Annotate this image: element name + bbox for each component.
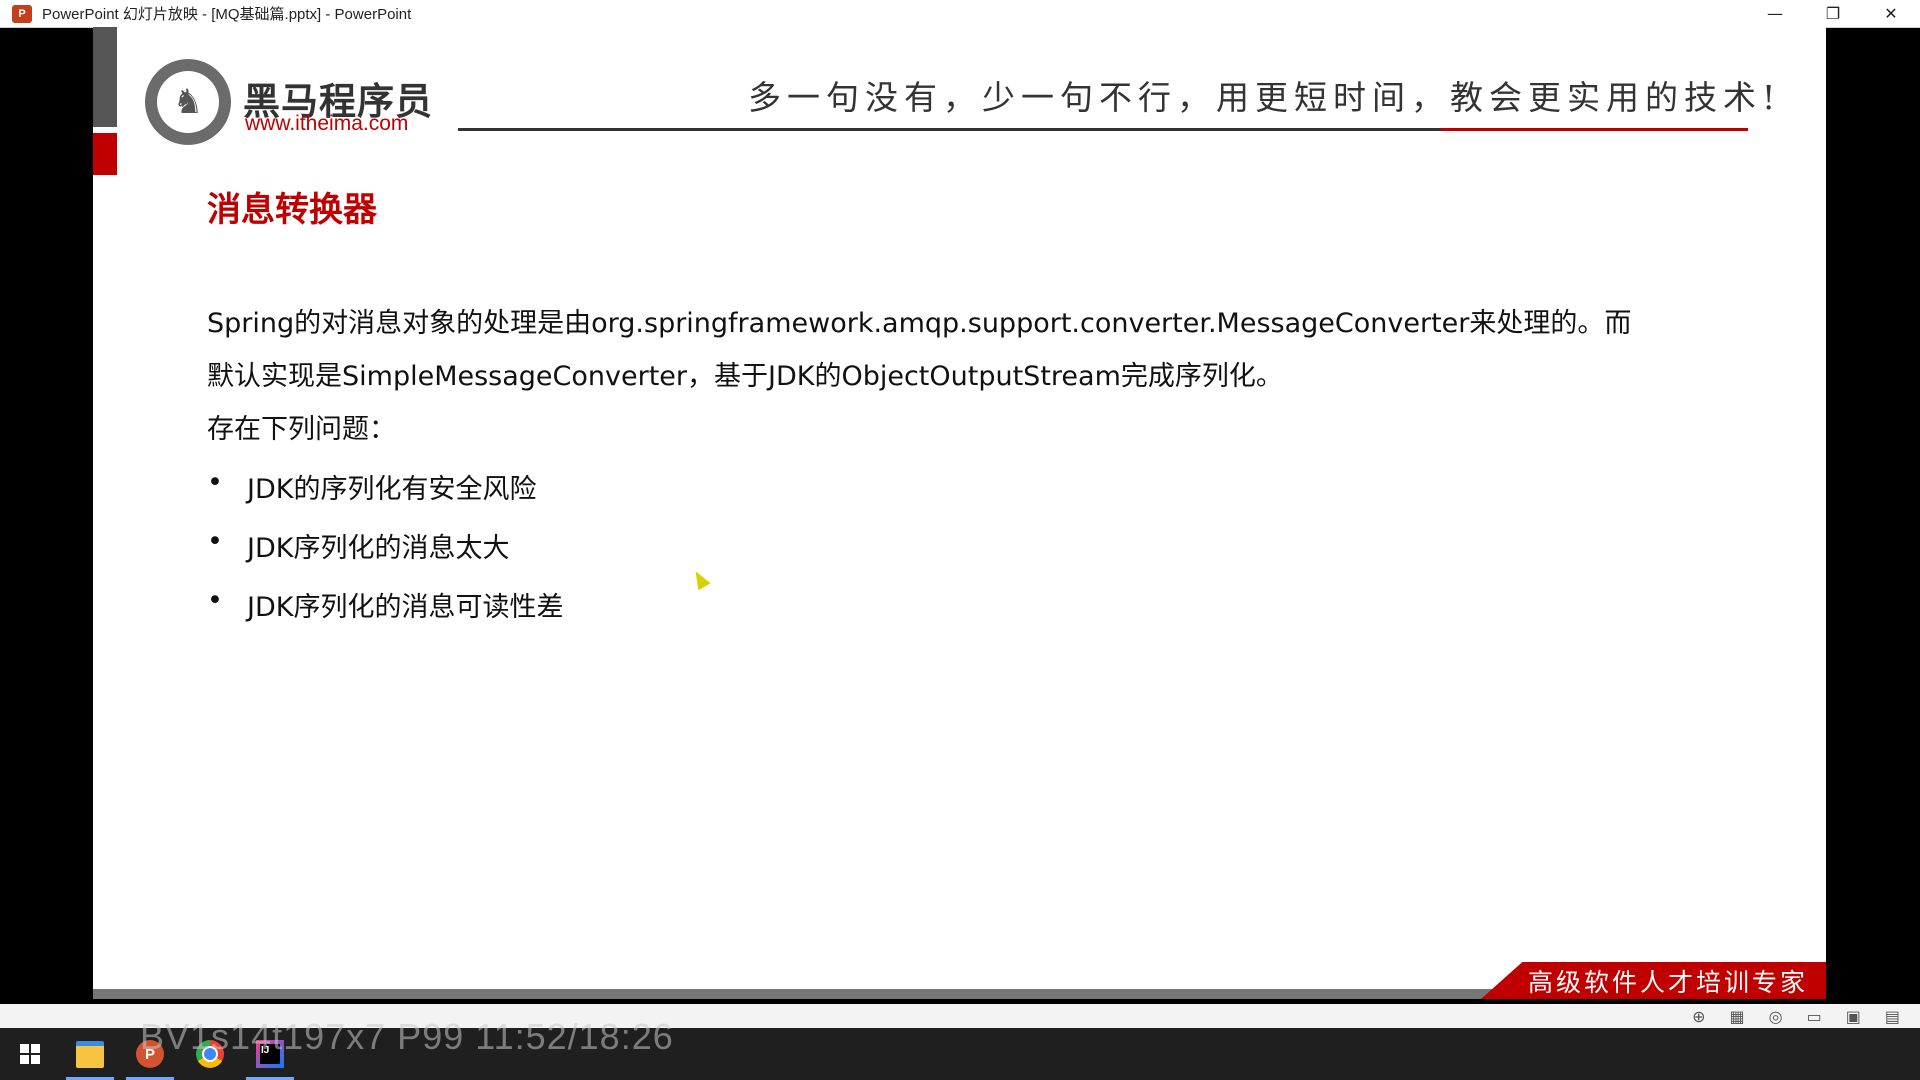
close-button[interactable]: ✕ [1862,0,1920,27]
restore-button[interactable]: ❐ [1804,0,1862,27]
bullet-dot: • [207,526,223,557]
slide-canvas[interactable]: ♞ 黑马程序员 www.itheima.com 多一句没有，少一句不行，用更短时… [93,27,1826,999]
slide-title: 消息转换器 [207,190,377,230]
paragraph-line-2: 默认实现是SimpleMessageConverter，基于JDK的Object… [207,361,1283,392]
bullet-item: • JDK序列化的消息可读性差 [207,585,563,624]
paragraph-line-1: Spring的对消息对象的处理是由org.springframework.amq… [207,308,1632,339]
file-explorer-icon [76,1040,104,1068]
slide-left-accent-gray [93,27,117,127]
slideshow-view-icon[interactable]: ▣ [1846,1007,1861,1026]
window-controls: — ❐ ✕ [1746,0,1920,27]
bullet-text: JDK序列化的消息可读性差 [247,592,564,623]
bullet-dot: • [207,585,223,616]
bullet-item: • JDK序列化的消息太大 [207,526,509,565]
question-heading: 存在下列问题： [207,414,396,445]
bullet-text: JDK的序列化有安全风险 [247,474,537,505]
minimize-button[interactable]: — [1746,0,1804,27]
window-titlebar: P PowerPoint 幻灯片放映 - [MQ基础篇.pptx] - Powe… [0,0,1920,28]
slogan: 多一句没有，少一句不行，用更短时间，教会更实用的技术! [748,78,1782,117]
slide-left-accent-red [93,133,117,175]
powerpoint-app-icon: P [12,4,32,23]
start-button[interactable] [0,1028,60,1080]
slide-sorter-icon[interactable]: ▦ [1730,1007,1745,1026]
windows-start-icon [20,1044,40,1064]
window-title: PowerPoint 幻灯片放映 - [MQ基础篇.pptx] - PowerP… [42,6,412,23]
horse-logo-icon: ♞ [145,59,231,145]
mouse-cursor-icon [689,567,711,591]
slide-paragraph: Spring的对消息对象的处理是由org.springframework.amq… [207,297,1767,403]
present-icon[interactable]: ▤ [1885,1007,1900,1026]
header-divider-accent [1441,128,1748,131]
logo-url: www.itheima.com [245,112,409,135]
reading-view-icon[interactable]: ◎ [1769,1007,1783,1026]
slideshow-controls: ⊕ ▦ ◎ ▭ ▣ ▤ [1692,1004,1900,1028]
footer-tag: 高级软件人才培训专家 [1481,962,1826,999]
bullet-item: • JDK的序列化有安全风险 [207,467,536,506]
bullet-dot: • [207,467,223,498]
zoom-icon[interactable]: ⊕ [1692,1007,1705,1026]
taskbar-file-explorer[interactable] [60,1028,120,1080]
normal-view-icon[interactable]: ▭ [1807,1007,1822,1026]
video-watermark: BV1s14t197x7 P99 11:52/18:26 [140,1016,674,1057]
bullet-text: JDK序列化的消息太大 [247,533,510,564]
